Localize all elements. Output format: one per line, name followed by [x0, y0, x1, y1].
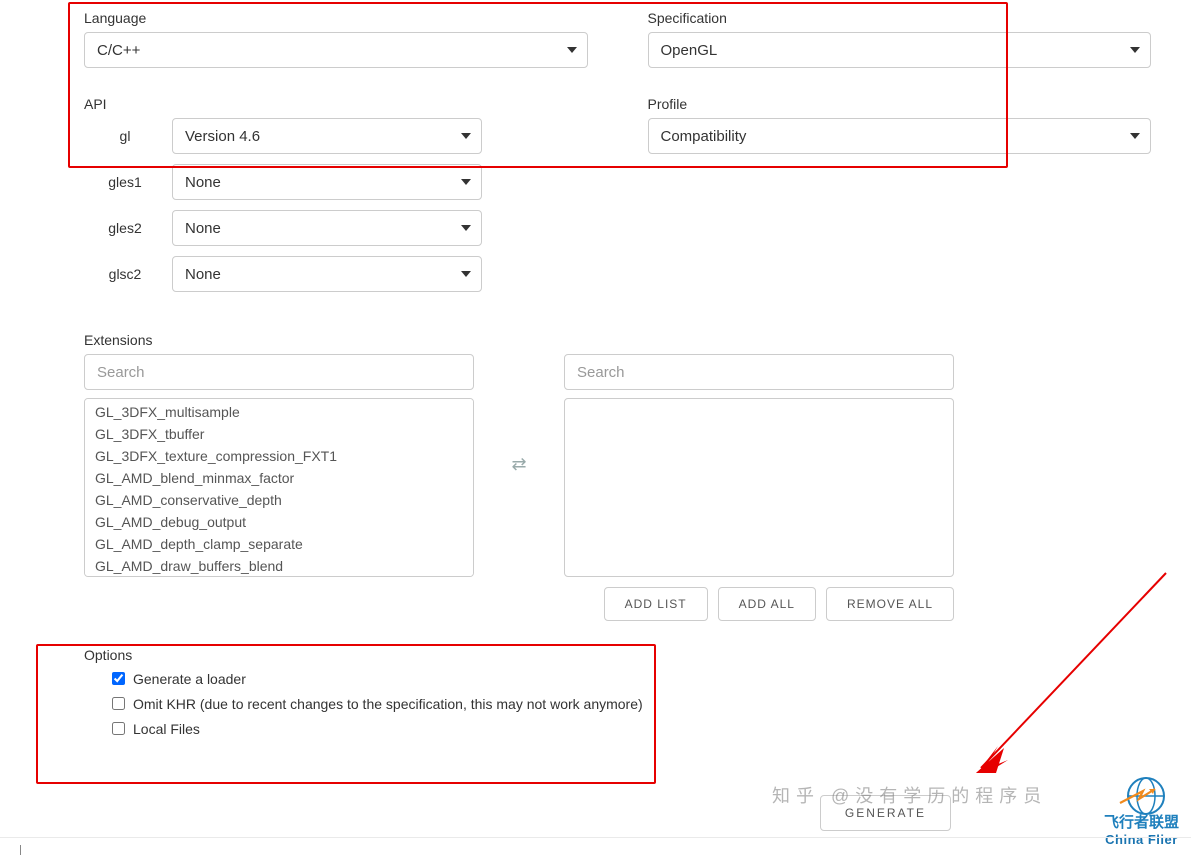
extension-item[interactable]: GL_AMD_debug_output	[85, 511, 473, 533]
api-label: API	[84, 96, 588, 112]
extension-item[interactable]: GL_AMD_draw_buffers_blend	[85, 555, 473, 577]
language-label: Language	[84, 10, 588, 26]
api-gl-select[interactable]: Version 4.6	[172, 118, 482, 154]
local-files-checkbox[interactable]	[112, 722, 125, 735]
local-files-label: Local Files	[133, 721, 200, 737]
api-name-gles2: gles2	[84, 220, 172, 236]
extension-item[interactable]: GL_AMD_depth_clamp_separate	[85, 533, 473, 555]
api-gles1-select[interactable]: None	[172, 164, 482, 200]
extension-item[interactable]: GL_AMD_conservative_depth	[85, 489, 473, 511]
specification-label: Specification	[648, 10, 1152, 26]
api-name-gl: gl	[84, 128, 172, 144]
options-label: Options	[84, 647, 1151, 663]
extensions-selected-search[interactable]	[564, 354, 954, 390]
specification-select[interactable]: OpenGL	[648, 32, 1152, 68]
api-glsc2-select[interactable]: None	[172, 256, 482, 292]
omit-khr-label: Omit KHR (due to recent changes to the s…	[133, 696, 643, 712]
profile-select[interactable]: Compatibility	[648, 118, 1152, 154]
api-name-gles1: gles1	[84, 174, 172, 190]
extensions-selected-list[interactable]	[564, 398, 954, 577]
omit-khr-checkbox[interactable]	[112, 697, 125, 710]
language-select[interactable]: C/C++	[84, 32, 588, 68]
api-gles2-select[interactable]: None	[172, 210, 482, 246]
add-list-button[interactable]: ADD LIST	[604, 587, 708, 621]
footer-tick	[20, 845, 21, 855]
footer-separator	[0, 837, 1191, 838]
extension-item[interactable]: GL_AMD_blend_minmax_factor	[85, 467, 473, 489]
generate-button[interactable]: GENERATE	[820, 795, 951, 831]
extension-item[interactable]: GL_3DFX_multisample	[85, 401, 473, 423]
extension-item[interactable]: GL_3DFX_tbuffer	[85, 423, 473, 445]
profile-label: Profile	[648, 96, 1152, 112]
generate-loader-checkbox[interactable]	[112, 672, 125, 685]
swap-icon: ⇄	[511, 454, 526, 475]
api-name-glsc2: glsc2	[84, 266, 172, 282]
remove-all-button[interactable]: REMOVE ALL	[826, 587, 954, 621]
extensions-label: Extensions	[84, 332, 1151, 348]
extensions-available-search[interactable]	[84, 354, 474, 390]
generate-loader-label: Generate a loader	[133, 671, 246, 687]
extensions-available-list[interactable]: GL_3DFX_multisampleGL_3DFX_tbufferGL_3DF…	[84, 398, 474, 577]
extension-item[interactable]: GL_3DFX_texture_compression_FXT1	[85, 445, 473, 467]
add-all-button[interactable]: ADD ALL	[718, 587, 816, 621]
